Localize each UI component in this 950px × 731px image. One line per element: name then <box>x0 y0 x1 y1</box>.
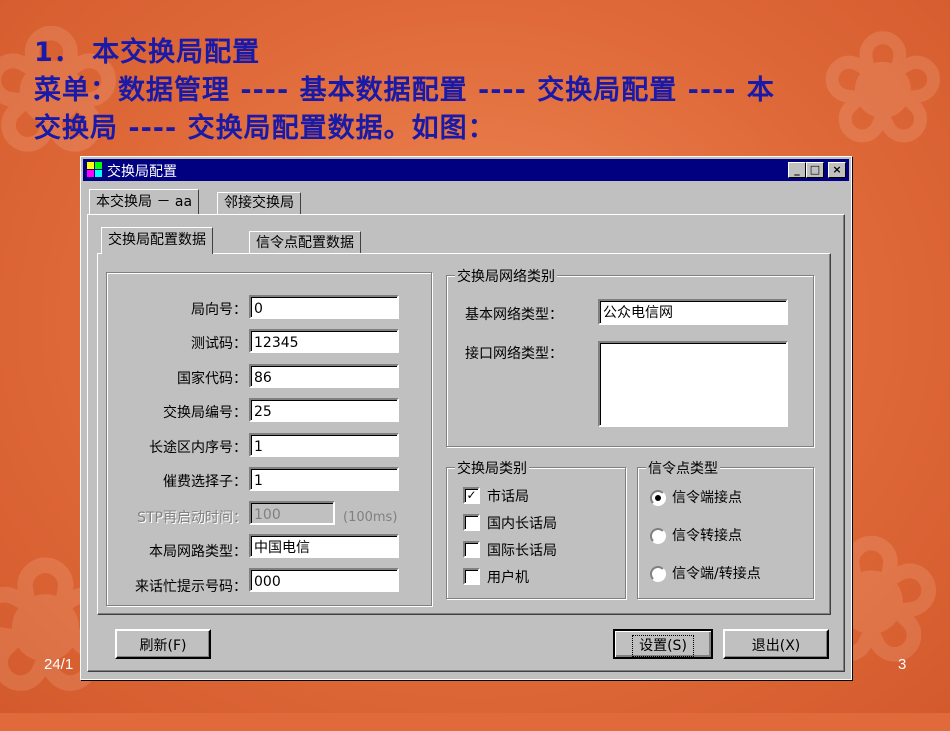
signal-transfer-point-label: 信令转接点 <box>672 528 742 544</box>
slide-body-text: 1． 本交换局配置 菜单：数据管理 ---- 基本数据配置 ---- 交换局配置… <box>34 34 914 148</box>
radio-signal-end-point[interactable] <box>650 490 666 506</box>
slide-date: 24/1 <box>44 656 74 673</box>
slide-heading: 1． 本交换局配置 <box>34 37 261 68</box>
network-type-field[interactable]: 中国电信 <box>249 534 399 558</box>
dunning-selector-field[interactable]: 1 <box>249 467 399 491</box>
basic-network-type-label: 基本网络类型： <box>465 307 563 323</box>
app-icon <box>87 162 103 178</box>
signal-end-point-label: 信令端接点 <box>672 490 742 506</box>
test-code-label: 测试码： <box>191 336 247 352</box>
network-type-label: 本局网路类型： <box>149 544 247 560</box>
office-config-dialog: 交换局配置 _ □ × 本交换局 － aa 邻接交换局 交换局配置数据 信令点配… <box>80 156 852 680</box>
country-code-field[interactable]: 86 <box>249 364 399 388</box>
international-toll-label: 国际长话局 <box>487 543 557 559</box>
interface-network-type-listbox[interactable] <box>598 341 788 427</box>
checkbox-local-office[interactable]: ✓ <box>463 487 480 504</box>
checkbox-international-toll[interactable] <box>463 541 480 558</box>
busy-prompt-label: 来话忙提示号码： <box>135 579 247 595</box>
slide-page-number: 3 <box>898 656 907 673</box>
radio-signal-transfer-point[interactable] <box>650 528 666 544</box>
window-title: 交换局配置 <box>107 164 177 180</box>
settings-button[interactable]: 设置(S) <box>613 629 713 659</box>
busy-prompt-field[interactable]: 000 <box>249 568 399 592</box>
long-area-seq-field[interactable]: 1 <box>249 433 399 457</box>
domestic-toll-label: 国内长话局 <box>487 516 557 532</box>
country-code-label: 国家代码： <box>177 371 247 387</box>
minimize-button[interactable]: _ <box>788 162 806 178</box>
signal-end-transfer-point-label: 信令端/转接点 <box>672 566 761 582</box>
stp-restart-label: STP再启动时间： <box>137 510 247 526</box>
checkbox-user-exchange[interactable] <box>463 568 480 585</box>
stp-restart-unit: (100ms) <box>343 510 398 525</box>
close-button[interactable]: × <box>828 162 846 178</box>
interface-network-type-label: 接口网络类型： <box>465 346 563 362</box>
dunning-selector-label: 催费选择子： <box>163 474 247 490</box>
office-no-label: 交换局编号： <box>163 405 247 421</box>
direction-no-label: 局向号： <box>191 302 247 318</box>
signal-point-type-group-title: 信令点类型 <box>646 458 720 478</box>
network-type-group-title: 交换局网络类别 <box>455 266 557 286</box>
radio-signal-end-transfer-point[interactable] <box>650 566 666 582</box>
direction-no-field[interactable]: 0 <box>249 295 399 319</box>
tab-office-config-data[interactable]: 交换局配置数据 <box>101 227 213 254</box>
test-code-field[interactable]: 12345 <box>249 329 399 353</box>
stp-restart-field: 100 <box>249 501 335 525</box>
tab-adjacent-office[interactable]: 邻接交换局 <box>217 192 301 214</box>
slide-menu-path-continued: 交换局 ---- 交换局配置数据。如图： <box>34 113 496 144</box>
office-no-field[interactable]: 25 <box>249 398 399 422</box>
title-bar[interactable]: 交换局配置 _ □ × <box>83 159 849 181</box>
basic-network-type-field[interactable]: 公众电信网 <box>598 299 788 325</box>
tab-signal-point-config-data[interactable]: 信令点配置数据 <box>249 231 361 254</box>
office-type-group-title: 交换局类别 <box>455 458 529 478</box>
maximize-button[interactable]: □ <box>806 162 824 178</box>
refresh-button[interactable]: 刷新(F) <box>115 629 211 659</box>
exit-button[interactable]: 退出(X) <box>723 629 829 659</box>
checkbox-domestic-toll[interactable] <box>463 514 480 531</box>
local-office-label: 市话局 <box>487 489 529 505</box>
user-exchange-label: 用户机 <box>487 570 529 586</box>
settings-button-label: 设置(S) <box>632 635 694 657</box>
long-area-seq-label: 长途区内序号： <box>149 440 247 456</box>
slide-menu-path: 菜单：数据管理 ---- 基本数据配置 ---- 交换局配置 ---- 本 <box>34 75 775 106</box>
tab-local-office[interactable]: 本交换局 － aa <box>89 189 200 214</box>
